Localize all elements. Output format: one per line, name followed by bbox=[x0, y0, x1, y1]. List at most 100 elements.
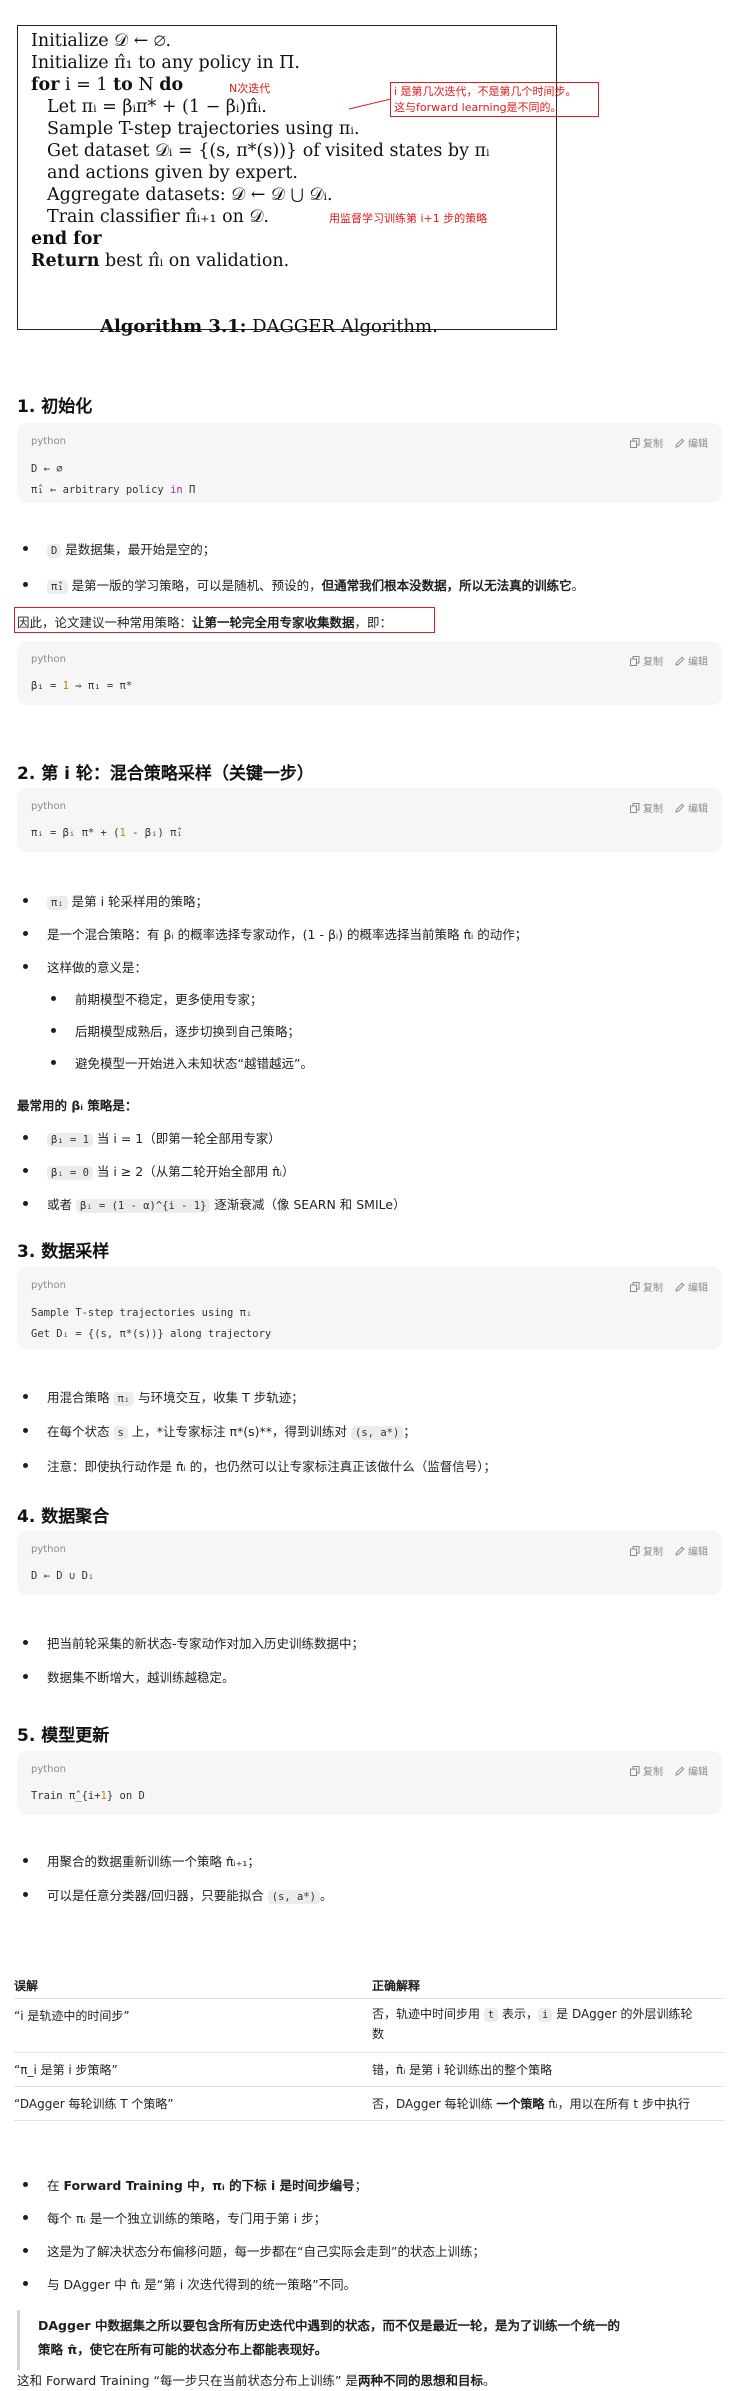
code-content: πᵢ = βᵢ π* + (1 - βᵢ) π̂ᵢ bbox=[31, 827, 183, 839]
list-item: 是一个混合策略：有 βᵢ 的概率选择专家动作，(1 - βᵢ) 的概率选择当前策… bbox=[22, 924, 527, 943]
copy-label: 复制 bbox=[643, 804, 663, 815]
blockquote: DAgger 中数据集之所以要包含所有历史迭代中遇到的状态，而不仅是最近一轮，是… bbox=[17, 2310, 729, 2370]
code-block: python 复制 编辑 Sample T-step trajectories … bbox=[17, 1267, 722, 1349]
list-item: β₁ = 1 当 i = 1（即第一轮全部用专家） bbox=[23, 1128, 281, 1147]
code-language: python bbox=[31, 1764, 66, 1775]
list-item: 用聚合的数据重新训练一个策略 π̂ᵢ₊₁； bbox=[23, 1851, 260, 1870]
annotation-i-meaning: i 是第几次迭代，不是第几个时间步。 bbox=[394, 85, 577, 98]
algo-line: Initialize π̂₁ to any policy in Π. bbox=[31, 53, 300, 73]
annotation-train-note: 用监督学习训练第 i+1 步的策略 bbox=[329, 212, 488, 225]
code-block: python 复制 编辑 Train π̂_{i+1} on D bbox=[17, 1751, 722, 1815]
edit-icon bbox=[675, 656, 685, 666]
algo-line: Sample T-step trajectories using πᵢ. bbox=[47, 119, 360, 139]
paragraph: 因此，论文建议一种常用策略：让第一轮完全用专家收集数据，即： bbox=[17, 615, 393, 630]
section-title: 5. 模型更新 bbox=[17, 1726, 110, 1746]
annotation-i-meaning: 这与forward learning是不同的。 bbox=[394, 101, 562, 114]
copy-button[interactable]: 复制 bbox=[630, 1763, 663, 1778]
blockquote-text: DAgger 中数据集之所以要包含所有历史迭代中遇到的状态，而不仅是最近一轮，是… bbox=[38, 2318, 620, 2357]
table-cell: “DAgger 每轮训练 T 个策略” bbox=[14, 2097, 174, 2111]
code-content: β₁ = 1 ⇒ π₁ = π* bbox=[31, 680, 133, 692]
edit-icon bbox=[675, 438, 685, 448]
list-item: 与 DAgger 中 π̂ᵢ 是“第 i 次迭代得到的统一策略”不同。 bbox=[22, 2274, 356, 2293]
section-title: 3. 数据采样 bbox=[17, 1242, 110, 1262]
code-content: D ← ∅ π̂₁ ← arbitrary policy in Π bbox=[31, 463, 196, 496]
edit-label: 编辑 bbox=[688, 657, 708, 668]
edit-button[interactable]: 编辑 bbox=[675, 653, 708, 668]
list-item: 在 Forward Training 中，πᵢ 的下标 i 是时间步编号； bbox=[22, 2175, 367, 2194]
code-language: python bbox=[31, 1280, 66, 1291]
table-cell: 否，DAgger 每轮训练 一个策略 π̂ᵢ，用以在所有 t 步中执行 bbox=[372, 2097, 690, 2111]
algorithm-caption: Algorithm 3.1: DAGGER Algorithm. bbox=[100, 316, 438, 337]
edit-label: 编辑 bbox=[688, 1767, 708, 1778]
algo-line: Let πᵢ = βᵢπ* + (1 − βᵢ)π̂ᵢ. bbox=[47, 97, 267, 117]
list-item: D 是数据集，最开始是空的； bbox=[22, 539, 215, 558]
copy-label: 复制 bbox=[643, 1283, 663, 1294]
annotation-n-iterations: N次迭代 bbox=[229, 82, 271, 95]
algo-line: Initialize 𝒟 ← ∅. bbox=[31, 31, 172, 51]
edit-icon bbox=[675, 803, 685, 813]
copy-icon bbox=[630, 655, 640, 666]
copy-icon bbox=[630, 802, 640, 813]
copy-button[interactable]: 复制 bbox=[630, 653, 663, 668]
code-block: python 复制 编辑 D ← D ∪ Dᵢ bbox=[17, 1531, 722, 1595]
list-item: 避免模型一开始进入未知状态“越错越远”。 bbox=[51, 1053, 313, 1072]
algo-line-return: Return best π̂ᵢ on validation. bbox=[31, 251, 290, 271]
paragraph: 这和 Forward Training “每一步只在当前状态分布上训练” 是两种… bbox=[17, 2373, 496, 2388]
edit-button[interactable]: 编辑 bbox=[675, 800, 708, 815]
list-item: 每个 πᵢ 是一个独立训练的策略，专门用于第 i 步； bbox=[22, 2208, 326, 2227]
list-item: πᵢ 是第 i 轮采样用的策略； bbox=[22, 891, 208, 910]
code-language: python bbox=[31, 801, 66, 812]
edit-button[interactable]: 编辑 bbox=[675, 1763, 708, 1778]
algo-line: end for bbox=[31, 229, 102, 249]
section-title: 2. 第 i 轮：混合策略采样（关键一步） bbox=[17, 764, 314, 784]
table-cell: “π_i 是第 i 步策略” bbox=[14, 2063, 118, 2077]
list-item: π̂₁ 是第一版的学习策略，可以是随机、预设的，但通常我们根本没数据，所以无法真… bbox=[22, 575, 584, 594]
copy-label: 复制 bbox=[643, 439, 663, 450]
list-item: 后期模型成熟后，逐步切换到自己策略； bbox=[50, 1021, 300, 1040]
edit-button[interactable]: 编辑 bbox=[675, 1543, 708, 1558]
edit-button[interactable]: 编辑 bbox=[675, 435, 708, 450]
list-item: 可以是任意分类器/回归器，只要能拟合 (s, a*)。 bbox=[22, 1885, 332, 1904]
edit-icon bbox=[675, 1282, 685, 1292]
list-item: 这是为了解决状态分布偏移问题，每一步都在“自己实际会走到”的状态上训练； bbox=[23, 2241, 485, 2260]
edit-label: 编辑 bbox=[688, 1547, 708, 1558]
table-row: “π_i 是第 i 步策略” 错，π̂ᵢ 是第 i 轮训练出的整个策略 bbox=[14, 2053, 724, 2087]
copy-label: 复制 bbox=[643, 1767, 663, 1778]
code-language: python bbox=[31, 654, 66, 665]
table-header: 正确解释 bbox=[372, 1979, 421, 1993]
list-item: 注意：即使执行动作是 π̂ᵢ 的，也仍然可以让专家标注真正该做什么（监督信号）； bbox=[23, 1456, 496, 1475]
list-item: 这样做的意义是： bbox=[22, 957, 147, 976]
edit-label: 编辑 bbox=[688, 439, 708, 450]
algo-line: Get dataset 𝒟ᵢ = {(s, π*(s))} of visited… bbox=[47, 141, 490, 161]
list-item: 在每个状态 s 上，*让专家标注 π*(s)**，得到训练对 (s, a*)； bbox=[23, 1421, 416, 1440]
algo-line-for: for i = 1 to N do bbox=[31, 75, 184, 95]
copy-icon bbox=[630, 1545, 640, 1556]
table-row: “i 是轨迹中的时间步” 否，轨迹中时间步用 t 表示， i 是 DAgger 的… bbox=[14, 1999, 724, 2053]
paragraph: 最常用的 βᵢ 策略是： bbox=[17, 1098, 138, 1113]
list-item: 数据集不断增大，越训练越稳定。 bbox=[23, 1667, 235, 1686]
annotation-arrow-icon bbox=[348, 98, 392, 110]
edit-label: 编辑 bbox=[688, 1283, 708, 1294]
copy-icon bbox=[630, 437, 640, 448]
copy-icon bbox=[630, 1281, 640, 1292]
copy-label: 复制 bbox=[643, 657, 663, 668]
table-cell: 否，轨迹中时间步用 t 表示， i 是 DAgger 的外层训练轮数 bbox=[372, 2007, 693, 2041]
table-header-row: 误解 正确解释 bbox=[14, 1967, 724, 1999]
copy-button[interactable]: 复制 bbox=[630, 435, 663, 450]
table-cell: 错，π̂ᵢ 是第 i 轮训练出的整个策略 bbox=[372, 2063, 553, 2077]
table-row: “DAgger 每轮训练 T 个策略” 否，DAgger 每轮训练 一个策略 π… bbox=[14, 2087, 724, 2121]
algo-line: and actions given by expert. bbox=[47, 163, 298, 183]
copy-button[interactable]: 复制 bbox=[630, 800, 663, 815]
algo-line: Aggregate datasets: 𝒟 ← 𝒟 ⋃ 𝒟ᵢ. bbox=[47, 185, 333, 205]
list-item: 把当前轮采集的新状态-专家动作对加入历史训练数据中； bbox=[22, 1633, 364, 1652]
table-header: 误解 bbox=[14, 1979, 39, 1993]
copy-icon bbox=[630, 1765, 640, 1776]
code-language: python bbox=[31, 1544, 66, 1555]
copy-button[interactable]: 复制 bbox=[630, 1279, 663, 1294]
edit-button[interactable]: 编辑 bbox=[675, 1279, 708, 1294]
copy-button[interactable]: 复制 bbox=[630, 1543, 663, 1558]
code-block: python 复制 编辑 D ← ∅ π̂₁ ← arbitrary polic… bbox=[17, 423, 722, 503]
list-item: βᵢ = 0 当 i ≥ 2（从第二轮开始全部用 π̂ᵢ） bbox=[22, 1161, 294, 1180]
code-content: D ← D ∪ Dᵢ bbox=[31, 1570, 95, 1582]
code-content: Train π̂_{i+1} on D bbox=[31, 1790, 145, 1802]
